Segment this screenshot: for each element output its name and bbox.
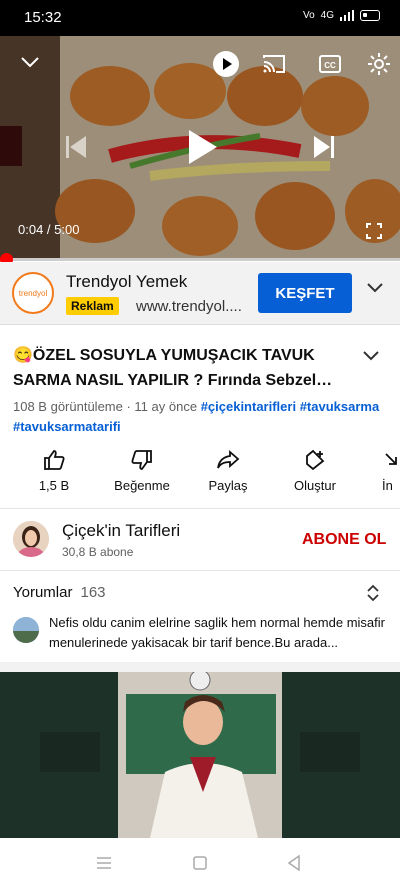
commenter-avatar[interactable] <box>13 617 39 643</box>
ad-cta-button[interactable]: KEŞFET <box>258 273 352 313</box>
thumbnail-image <box>0 672 400 838</box>
thumbs-up-icon <box>44 450 65 470</box>
meta-separator: · <box>122 399 135 414</box>
description-expand-chevron-icon[interactable] <box>362 350 380 362</box>
create-button[interactable]: Oluştur <box>284 446 346 493</box>
dislike-label: Beğenme <box>114 478 170 493</box>
action-bar: 1,5 B Beğenme Paylaş Oluştur İn <box>0 446 400 500</box>
ad-url[interactable]: www.trendyol.... <box>136 298 242 315</box>
hashtag[interactable]: #tavuksarmatarifi <box>13 419 121 434</box>
next-video-thumbnail[interactable] <box>0 672 400 838</box>
create-icon <box>306 449 325 471</box>
hashtag[interactable]: #çiçekintarifleri <box>201 399 296 414</box>
next-icon[interactable] <box>314 136 334 158</box>
commenter-avatar-image <box>13 617 39 643</box>
ad-badge: Reklam <box>66 297 119 315</box>
minimize-chevron-icon[interactable] <box>20 56 40 68</box>
volte-icon: Vo <box>302 10 315 21</box>
download-icon <box>385 453 397 465</box>
like-count: 1,5 B <box>38 478 70 493</box>
settings-gear-icon[interactable] <box>367 52 391 76</box>
fullscreen-icon[interactable] <box>366 223 382 239</box>
share-button[interactable]: Paylaş <box>198 446 258 493</box>
status-bar: 15:32 Vo 4G <box>0 0 400 36</box>
autoplay-toggle[interactable] <box>213 51 239 77</box>
subscriber-count: 30,8 B abone <box>62 545 134 559</box>
thumbs-down-icon <box>131 450 152 470</box>
comments-heading: Yorumlar <box>13 584 73 601</box>
status-icons: Vo 4G <box>303 10 380 21</box>
play-icon[interactable] <box>187 128 219 166</box>
network-type: 4G <box>320 10 334 21</box>
download-label: İn <box>382 478 393 493</box>
video-meta: 108 B görüntüleme · 11 ay önce #çiçekint… <box>13 397 388 437</box>
advertiser-logo: trendyol <box>12 272 54 314</box>
share-label: Paylaş <box>208 478 248 493</box>
video-title[interactable]: 😋ÖZEL SOSUYLA YUMUŞACIK TAVUK SARMA NASI… <box>13 343 353 393</box>
channel-avatar[interactable] <box>13 521 49 557</box>
video-time: 0:04 / 5:00 <box>18 222 79 237</box>
recents-menu-icon[interactable] <box>96 857 112 869</box>
advertiser-logo-text: trendyol <box>18 288 48 298</box>
top-comment[interactable]: Nefis oldu canim elelrine saglik hem nor… <box>49 613 389 653</box>
current-time: 0:04 <box>18 222 44 237</box>
view-count: 108 B görüntüleme <box>13 399 123 414</box>
ad-expand-chevron-icon[interactable] <box>366 282 384 294</box>
home-icon[interactable] <box>193 856 207 870</box>
divider <box>0 508 400 509</box>
dislike-button[interactable]: Beğenme <box>108 446 176 493</box>
cast-icon[interactable] <box>262 54 286 74</box>
channel-name[interactable]: Çiçek'in Tarifleri <box>62 521 180 541</box>
total-time: 5:00 <box>54 222 80 237</box>
expand-collapse-icon[interactable] <box>366 584 380 602</box>
video-player[interactable]: CC 0:04 / 5:00 <box>0 36 400 260</box>
channel-avatar-image <box>13 521 49 557</box>
system-nav-bar <box>0 838 400 888</box>
subscribe-button[interactable]: ABONE OL <box>302 531 386 549</box>
divider <box>0 570 400 571</box>
share-icon <box>217 450 240 469</box>
comments-count: 163 <box>80 584 106 601</box>
ad-banner[interactable]: trendyol Trendyol Yemek Reklam www.trend… <box>0 262 400 325</box>
battery-icon <box>360 10 380 21</box>
like-button[interactable]: 1,5 B <box>24 446 84 493</box>
svg-text:CC: CC <box>324 61 336 70</box>
captions-icon[interactable]: CC <box>319 55 341 73</box>
download-button[interactable]: İn <box>382 446 400 493</box>
upload-age: 11 ay önce <box>134 399 198 414</box>
advertiser-name: Trendyol Yemek <box>66 272 188 291</box>
comments-header[interactable]: Yorumlar 163 <box>13 584 106 601</box>
autoplay-icon <box>223 58 232 70</box>
time-separator: / <box>43 222 55 237</box>
status-time: 15:32 <box>24 9 62 26</box>
section-gap <box>0 662 400 672</box>
back-icon[interactable] <box>287 855 301 871</box>
signal-icon <box>340 10 354 21</box>
previous-icon[interactable] <box>66 136 86 158</box>
hashtag[interactable]: #tavuksarma <box>300 399 380 414</box>
video-progress-bar[interactable] <box>0 253 400 266</box>
create-label: Oluştur <box>294 478 336 493</box>
